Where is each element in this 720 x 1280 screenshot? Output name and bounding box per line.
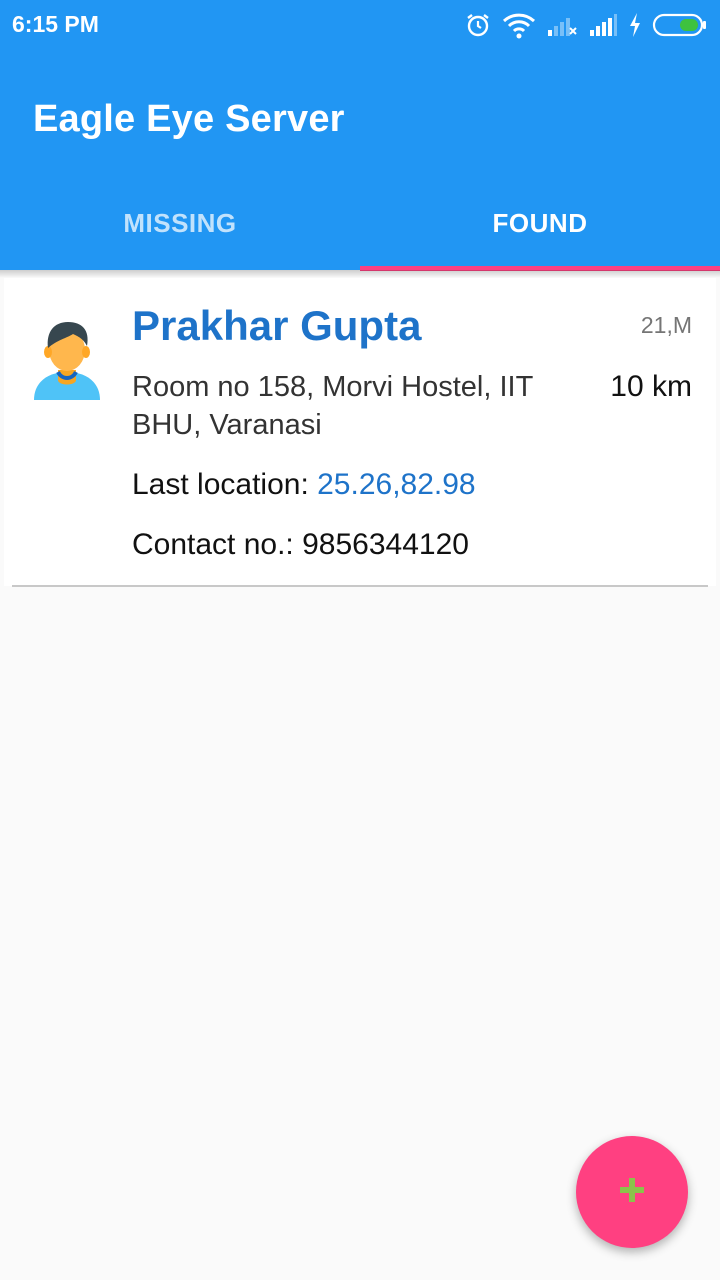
last-location-label: Last location: (132, 468, 318, 501)
tab-found[interactable]: FOUND (360, 180, 720, 270)
tab-missing[interactable]: MISSING (0, 180, 360, 270)
contact-row: Contact no.: 9856344120 (132, 528, 469, 562)
battery-icon (652, 12, 708, 38)
status-time: 6:15 PM (12, 11, 99, 37)
signal-weak-icon (546, 12, 578, 38)
list-divider (12, 585, 708, 587)
person-name: Prakhar Gupta (132, 302, 422, 349)
last-location-row: Last location: 25.26,82.98 (132, 468, 476, 502)
app-title: Eagle Eye Server (33, 98, 345, 140)
person-address: Room no 158, Morvi Hostel, IIT BHU, Vara… (132, 371, 533, 441)
found-person-card[interactable]: Prakhar Gupta 21,M Room no 158, Morvi Ho… (4, 278, 716, 586)
status-bar: 6:15 PM (0, 0, 720, 50)
charging-icon (628, 12, 642, 38)
contact-label: Contact no.: (132, 528, 303, 561)
add-button[interactable] (576, 1136, 688, 1248)
wifi-icon (502, 11, 536, 39)
last-location-link[interactable]: 25.26,82.98 (317, 468, 475, 501)
status-icons (464, 9, 708, 41)
plus-icon (617, 1175, 647, 1210)
app-bar: 6:15 PM Eagle Eye Server MISSING FOUND (0, 0, 720, 270)
app-bar-shadow (0, 270, 720, 278)
tab-bar: MISSING FOUND (0, 180, 720, 270)
person-age-sex: 21,M (640, 312, 692, 338)
contact-number: 9856344120 (302, 528, 469, 561)
alarm-icon (464, 11, 492, 39)
person-distance: 10 km (610, 370, 692, 403)
signal-icon (588, 12, 618, 38)
person-avatar-icon (28, 314, 106, 404)
